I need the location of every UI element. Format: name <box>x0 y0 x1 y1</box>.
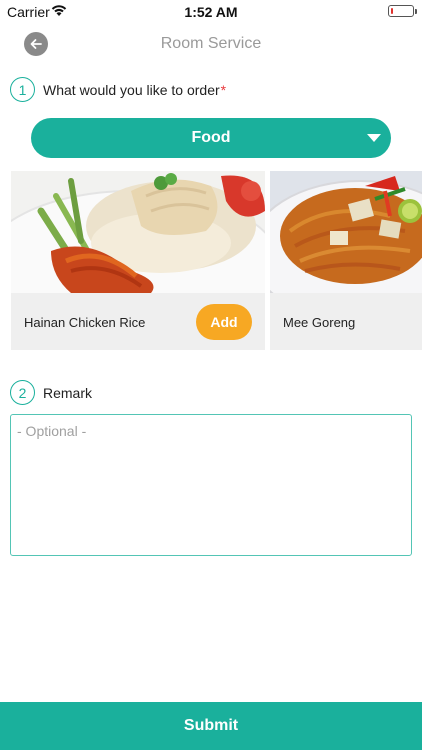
remark-step-heading: 2 Remark <box>10 380 92 405</box>
header: Room Service <box>0 24 422 64</box>
menu-item-name: Hainan Chicken Rice <box>24 315 146 330</box>
page-title: Room Service <box>160 35 262 52</box>
remark-input[interactable] <box>17 423 405 547</box>
remark-label: Remark <box>43 384 93 401</box>
remark-field[interactable] <box>10 414 412 556</box>
battery-icon <box>388 5 417 17</box>
step-number-badge: 1 <box>10 77 35 102</box>
menu-item-name: Mee Goreng <box>283 315 356 330</box>
menu-item-card[interactable]: Mee Goreng <box>270 171 422 350</box>
menu-item-card[interactable]: Hainan Chicken Rice Add <box>11 171 265 350</box>
required-mark: * <box>220 81 227 98</box>
category-dropdown-value: Food <box>191 129 231 146</box>
clock: 1:52 AM <box>184 4 238 20</box>
step-number-badge: 2 <box>10 380 35 405</box>
chicken-rice-photo <box>11 171 265 293</box>
submit-button[interactable]: Submit <box>0 702 422 750</box>
battery-level <box>391 8 393 14</box>
caret-down-icon <box>367 134 381 142</box>
add-button[interactable]: Add <box>196 304 252 340</box>
order-question-text: What would you like to order <box>43 81 220 98</box>
submit-label: Submit <box>183 717 239 734</box>
order-question-label: What would you like to order* <box>43 82 226 98</box>
menu-item-footer: Hainan Chicken Rice Add <box>11 293 265 350</box>
menu-item-footer: Mee Goreng <box>270 293 422 350</box>
status-bar: Carrier 1:52 AM <box>0 0 422 22</box>
mee-goreng-photo <box>270 171 422 293</box>
category-dropdown[interactable]: Food <box>31 118 391 158</box>
order-step-heading: 1 What would you like to order* <box>10 77 226 102</box>
